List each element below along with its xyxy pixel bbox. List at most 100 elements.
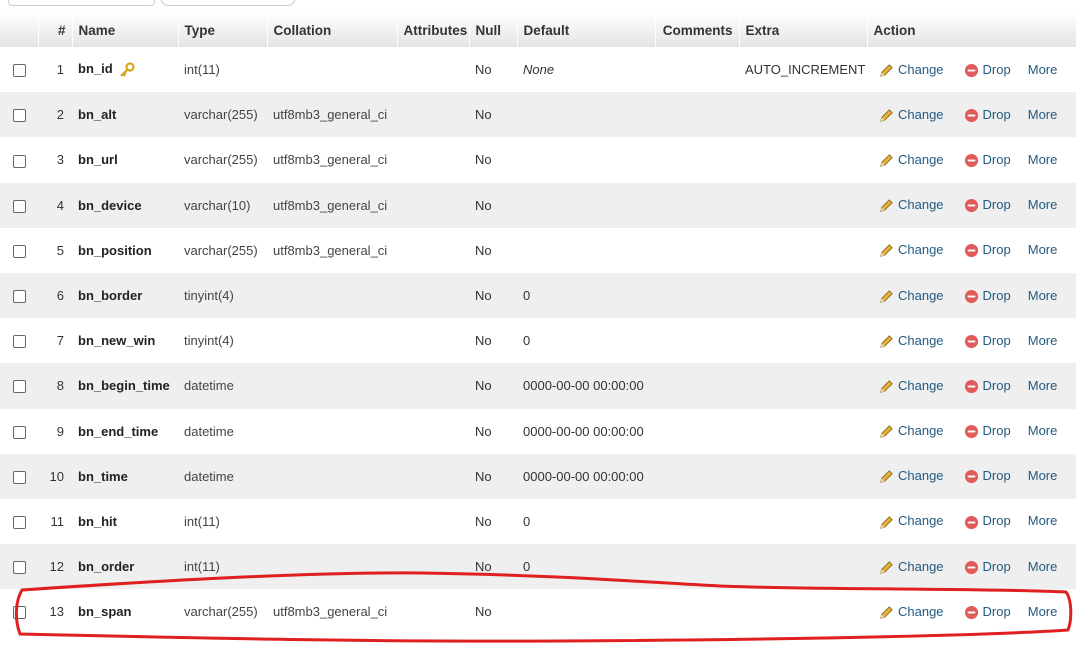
header-name[interactable]: Name <box>72 13 179 47</box>
more-link[interactable]: More <box>1028 197 1058 212</box>
more-link[interactable]: More <box>1028 604 1058 619</box>
drop-link[interactable]: Drop <box>964 288 1011 303</box>
change-link[interactable]: Change <box>879 333 944 348</box>
drop-link[interactable]: Drop <box>964 513 1011 529</box>
change-link[interactable]: Change <box>879 513 944 528</box>
action-cell: Change Drop More <box>867 137 1076 183</box>
top-control-right[interactable] <box>160 0 296 6</box>
action-cell: Change Drop More <box>867 498 1076 545</box>
more-link[interactable]: More <box>1028 152 1058 167</box>
row-checkbox[interactable] <box>13 425 26 439</box>
change-label: Change <box>898 603 944 619</box>
column-null: No <box>469 227 517 273</box>
row-number: 5 <box>38 227 72 273</box>
change-link[interactable]: Change <box>879 62 944 77</box>
column-null: No <box>469 137 517 183</box>
change-link[interactable]: Change <box>879 152 944 167</box>
column-attributes <box>397 92 469 138</box>
drop-link[interactable]: Drop <box>964 333 1011 348</box>
table-row: 2 bn_alt varchar(255) utf8mb3_general_ci No C… <box>0 92 1076 138</box>
pencil-icon <box>880 289 893 303</box>
column-name: bn_end_time <box>78 423 159 439</box>
pencil-icon <box>880 63 893 77</box>
more-link[interactable]: More <box>1028 559 1058 574</box>
drop-link[interactable]: Drop <box>964 604 1011 619</box>
drop-link[interactable]: Drop <box>964 468 1011 484</box>
column-comments <box>655 92 739 138</box>
drop-icon <box>964 379 978 393</box>
column-name: bn_begin_time <box>78 378 170 394</box>
header-comments[interactable]: Comments <box>655 13 740 47</box>
row-number: 2 <box>38 92 72 138</box>
more-link[interactable]: More <box>1028 107 1058 122</box>
row-checkbox[interactable] <box>13 244 26 258</box>
header-extra[interactable]: Extra <box>739 13 868 47</box>
change-link[interactable]: Change <box>879 378 944 393</box>
change-link[interactable]: Change <box>879 423 944 438</box>
change-label: Change <box>898 558 944 574</box>
drop-icon <box>964 108 978 122</box>
row-checkbox[interactable] <box>13 64 26 78</box>
column-null: No <box>469 453 517 499</box>
header-attributes[interactable]: Attributes <box>397 13 470 47</box>
more-link[interactable]: More <box>1028 468 1058 483</box>
drop-link[interactable]: Drop <box>964 152 1011 168</box>
row-checkbox[interactable] <box>13 561 26 575</box>
change-link[interactable]: Change <box>879 559 944 574</box>
column-collation <box>267 408 397 454</box>
drop-link[interactable]: Drop <box>964 378 1011 393</box>
column-attributes <box>397 544 469 590</box>
column-name-cell: bn_device <box>72 182 178 228</box>
more-link[interactable]: More <box>1028 62 1058 77</box>
more-link[interactable]: More <box>1028 378 1058 393</box>
row-checkbox[interactable] <box>13 199 26 213</box>
header-type[interactable]: Type <box>178 13 268 47</box>
header-collation[interactable]: Collation <box>267 13 398 47</box>
more-link[interactable]: More <box>1028 513 1058 528</box>
change-link[interactable]: Change <box>879 288 944 303</box>
header-null[interactable]: Null <box>469 13 518 47</box>
change-label: Change <box>898 106 944 122</box>
drop-link[interactable]: Drop <box>964 107 1011 122</box>
more-link[interactable]: More <box>1028 242 1058 257</box>
drop-link[interactable]: Drop <box>964 197 1011 213</box>
action-cell: Change Drop More <box>867 589 1076 635</box>
drop-icon <box>964 515 978 529</box>
more-link[interactable]: More <box>1028 423 1058 438</box>
drop-label: Drop <box>982 423 1011 439</box>
column-default: 0000-00-00 00:00:00 <box>523 423 644 439</box>
header-default[interactable]: Default <box>517 13 656 47</box>
column-name: bn_url <box>78 152 118 168</box>
row-checkbox[interactable] <box>13 290 26 304</box>
row-checkbox[interactable] <box>13 380 26 394</box>
change-label: Change <box>898 513 944 529</box>
drop-link[interactable]: Drop <box>964 559 1011 574</box>
column-name-cell: bn_span <box>72 589 178 635</box>
row-number: 1 <box>38 47 72 93</box>
change-link[interactable]: Change <box>879 197 944 212</box>
column-default-cell: 0 <box>517 498 655 545</box>
change-link[interactable]: Change <box>879 468 944 483</box>
change-link[interactable]: Change <box>879 604 944 619</box>
drop-label: Drop <box>982 287 1011 303</box>
drop-link[interactable]: Drop <box>964 423 1011 439</box>
row-checkbox[interactable] <box>13 470 26 484</box>
header-num[interactable]: # <box>38 13 73 47</box>
drop-link[interactable]: Drop <box>964 242 1011 258</box>
row-select-cell <box>0 589 38 635</box>
top-control-left[interactable] <box>8 0 155 6</box>
row-checkbox[interactable] <box>13 606 26 620</box>
row-checkbox[interactable] <box>13 516 26 529</box>
drop-label: Drop <box>982 242 1011 258</box>
change-link[interactable]: Change <box>879 242 944 257</box>
column-type: tinyint(4) <box>178 318 267 364</box>
column-extra <box>739 272 867 319</box>
drop-link[interactable]: Drop <box>964 62 1011 77</box>
more-link[interactable]: More <box>1028 288 1058 303</box>
change-link[interactable]: Change <box>879 107 944 122</box>
more-link[interactable]: More <box>1028 333 1058 348</box>
column-name: bn_alt <box>78 107 117 123</box>
row-checkbox[interactable] <box>13 154 26 168</box>
row-checkbox[interactable] <box>13 335 26 349</box>
row-checkbox[interactable] <box>13 109 26 123</box>
